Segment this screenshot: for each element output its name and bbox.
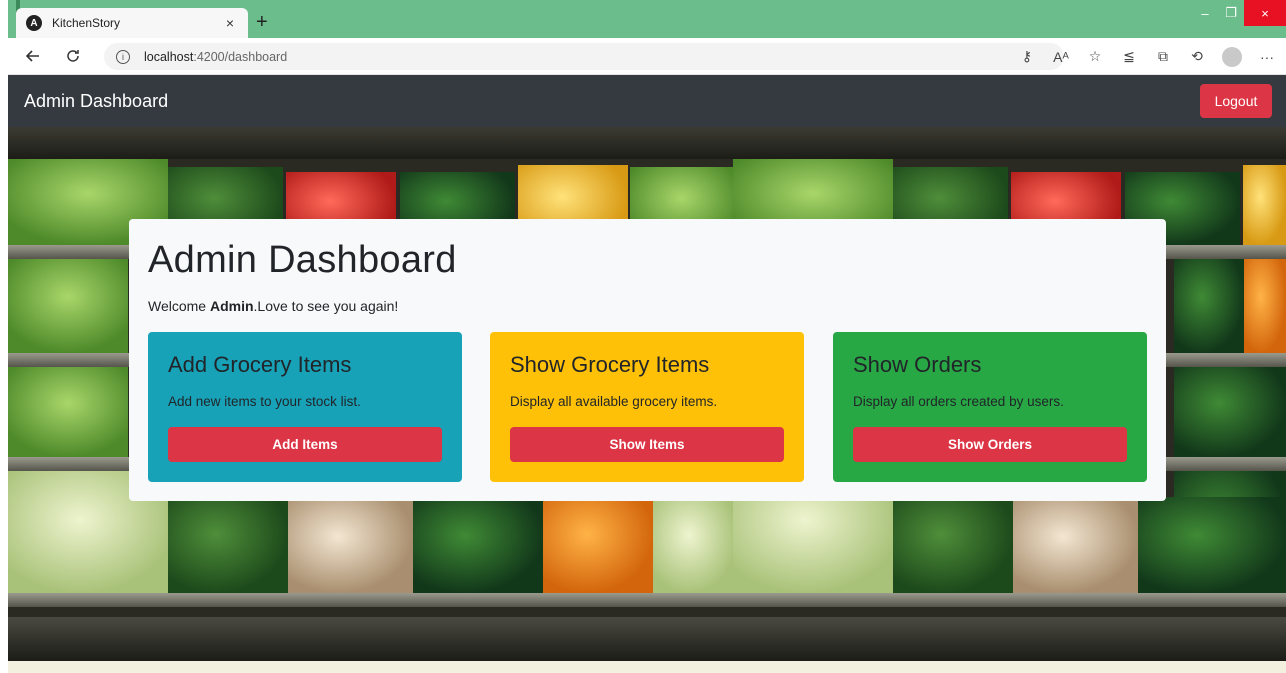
url-host: localhost [144,49,194,64]
browser-tab-strip: A KitchenStory × + – ❐ × [8,0,1286,38]
welcome-message: Welcome Admin.Love to see you again! [148,298,398,314]
favorite-icon[interactable]: ☆ [1086,48,1104,65]
dashboard-jumbotron: Admin Dashboard Welcome Admin.Love to se… [129,219,1166,501]
close-window-button[interactable]: × [1244,0,1286,26]
add-grocery-items-card: Add Grocery Items Add new items to your … [148,332,462,482]
tab-title: KitchenStory [52,16,121,30]
url-field[interactable]: i localhost:4200/dashboard [104,43,1064,70]
refresh-icon[interactable] [58,41,88,71]
card-text: Display all orders created by users. [853,394,1064,409]
history-icon[interactable]: ⟲ [1188,48,1206,65]
profile-avatar-icon[interactable] [1222,46,1242,67]
browser-address-bar: i localhost:4200/dashboard ⚷ Aᴬ ☆ ≦ ⧉ ⟲ … [8,38,1286,75]
welcome-username: Admin [209,298,254,314]
page-title: Admin Dashboard [148,239,457,281]
more-icon[interactable]: ··· [1258,49,1276,65]
new-tab-button[interactable]: + [256,10,268,34]
show-grocery-items-card: Show Grocery Items Display all available… [490,332,804,482]
card-text: Add new items to your stock list. [168,394,361,409]
welcome-prefix: Welcome [148,298,210,314]
collections-icon[interactable]: ⧉ [1154,48,1172,65]
restore-button[interactable]: ❐ [1218,0,1244,26]
angular-favicon-icon: A [26,15,42,31]
browser-toolbar-icons: ⚷ Aᴬ ☆ ≦ ⧉ ⟲ ··· [1018,43,1276,70]
show-orders-button[interactable]: Show Orders [853,427,1127,462]
window-controls: – ❐ × [1192,0,1286,30]
add-items-button[interactable]: Add Items [168,427,442,462]
card-title: Show Grocery Items [510,352,710,377]
app-navbar: Admin Dashboard Logout [8,75,1286,127]
show-orders-card: Show Orders Display all orders created b… [833,332,1147,482]
welcome-suffix: .Love to see you again! [253,298,399,314]
logout-button[interactable]: Logout [1200,84,1272,118]
browser-tab[interactable]: A KitchenStory × [16,8,248,38]
back-icon[interactable] [18,41,48,71]
navbar-brand[interactable]: Admin Dashboard [24,91,168,112]
key-icon[interactable]: ⚷ [1018,48,1036,65]
card-title: Show Orders [853,352,982,377]
show-items-button[interactable]: Show Items [510,427,784,462]
card-text: Display all available grocery items. [510,394,718,409]
read-aloud-icon[interactable]: Aᴬ [1052,49,1070,65]
card-title: Add Grocery Items [168,352,352,377]
favorites-list-icon[interactable]: ≦ [1120,48,1138,65]
minimize-button[interactable]: – [1192,0,1218,26]
site-info-icon[interactable]: i [116,49,130,64]
tab-close-icon[interactable]: × [222,15,238,31]
url-path: :4200/dashboard [193,49,288,64]
